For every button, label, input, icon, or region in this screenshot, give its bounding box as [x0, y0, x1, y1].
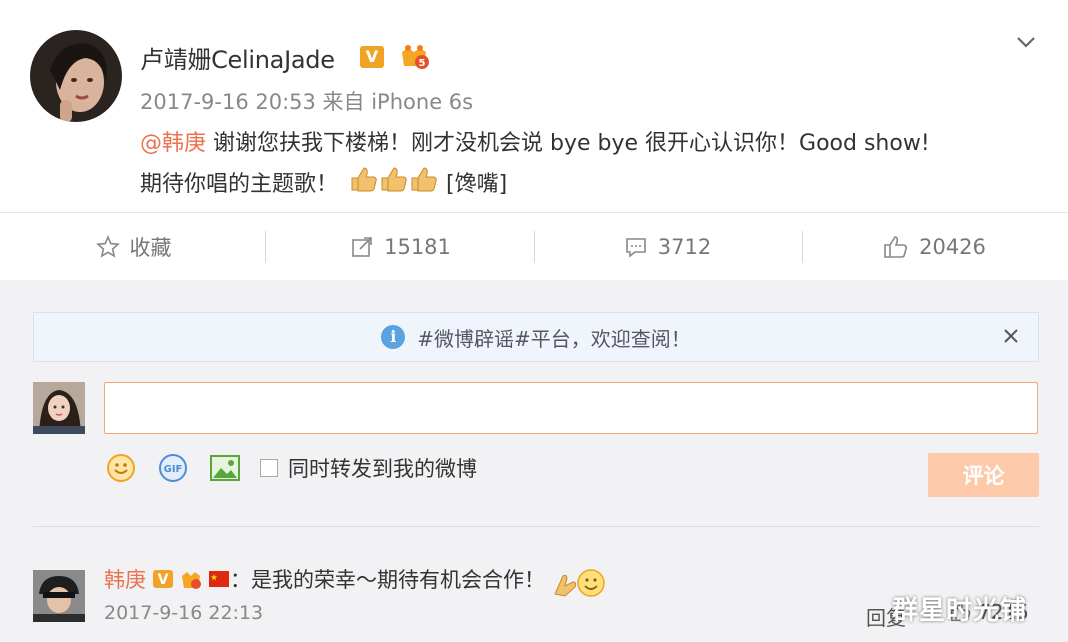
- action-divider: [265, 231, 266, 263]
- like-count: 20426: [919, 235, 986, 259]
- svg-text:V: V: [158, 572, 169, 588]
- rumor-notice-banner: i #微博辟谣#平台，欢迎查阅！: [33, 312, 1039, 362]
- comment-count: 3712: [657, 235, 712, 259]
- smiley-icon[interactable]: [104, 451, 138, 485]
- comment-icon: [625, 238, 646, 258]
- comment-area: i #微博辟谣#平台，欢迎查阅！ GIF 同时转发到我的微博 评论 韩庚 V ：…: [0, 280, 1068, 642]
- content-line-1: @韩庚 谢谢您扶我下楼梯！刚才没机会说 bye bye 很开心认识你！Good …: [140, 124, 1040, 164]
- section-divider: [33, 526, 1039, 527]
- submit-comment-button[interactable]: 评论: [928, 453, 1039, 497]
- level-badge-icon: 5: [398, 42, 430, 70]
- info-icon: i: [381, 325, 406, 349]
- emoji-icon: [551, 568, 607, 597]
- thumbs-up-icon: [884, 236, 908, 258]
- content-line-2: 期待你唱的主题歌！ [馋嘴]: [140, 164, 1040, 206]
- china-flag-icon: [208, 568, 230, 590]
- action-bar: 收藏 15181 3712 20426: [0, 212, 1068, 280]
- content-text-1: 谢谢您扶我下楼梯！刚才没机会说 bye bye 很开心认识你！Good show…: [206, 131, 930, 156]
- forward-label: 同时转发到我的微博: [288, 457, 477, 481]
- thumbs-up-emoji-icon: [348, 164, 442, 206]
- weibo-post: 卢靖姗CelinaJade V 5 2017-9-16 20:53 来自 iPh…: [0, 0, 1068, 212]
- svg-text:GIF: GIF: [164, 464, 183, 475]
- favorite-label: 收藏: [129, 236, 172, 260]
- author-name[interactable]: 卢靖姗CelinaJade: [140, 40, 335, 75]
- forward-checkbox[interactable]: [260, 459, 278, 477]
- mention-link[interactable]: @韩庚: [140, 131, 206, 156]
- level-badge-icon: [180, 568, 202, 590]
- close-icon[interactable]: [1000, 325, 1022, 347]
- favorite-button[interactable]: 收藏: [0, 213, 267, 281]
- content-text-2: 期待你唱的主题歌！: [140, 172, 339, 197]
- image-icon[interactable]: [208, 451, 242, 485]
- reply-text: ：是我的荣幸～期待有机会合作！: [230, 568, 545, 592]
- reply-timestamp: 2017-9-16 22:13: [104, 602, 264, 624]
- like-button[interactable]: 20426: [801, 213, 1068, 281]
- repost-button[interactable]: 15181: [267, 213, 534, 281]
- verified-badge-icon: V: [360, 46, 384, 68]
- emoji-text: [馋嘴]: [446, 172, 508, 197]
- comment-toolbar: GIF 同时转发到我的微博: [104, 450, 477, 486]
- verified-badge-icon: V: [152, 568, 174, 590]
- repost-count: 15181: [384, 235, 451, 259]
- reply-content: 韩庚 V ：是我的荣幸～期待有机会合作！: [104, 564, 607, 597]
- post-content: @韩庚 谢谢您扶我下楼梯！刚才没机会说 bye bye 很开心认识你！Good …: [140, 124, 1040, 206]
- chevron-down-icon[interactable]: [1014, 30, 1038, 54]
- notice-text[interactable]: #微博辟谣#平台，欢迎查阅！: [417, 323, 691, 352]
- comment-button[interactable]: 3712: [534, 213, 801, 281]
- star-icon: [95, 235, 120, 258]
- gif-icon[interactable]: GIF: [156, 451, 190, 485]
- watermark: 群星时光铺: [892, 596, 1028, 626]
- reply-author-avatar[interactable]: [33, 570, 85, 622]
- repost-icon: [352, 237, 372, 257]
- comment-input[interactable]: [104, 382, 1038, 434]
- current-user-avatar[interactable]: [33, 382, 85, 434]
- post-meta: 2017-9-16 20:53 来自 iPhone 6s: [140, 90, 474, 114]
- reply-author-name[interactable]: 韩庚: [104, 564, 146, 594]
- author-avatar[interactable]: [30, 30, 122, 122]
- svg-text:5: 5: [419, 58, 426, 69]
